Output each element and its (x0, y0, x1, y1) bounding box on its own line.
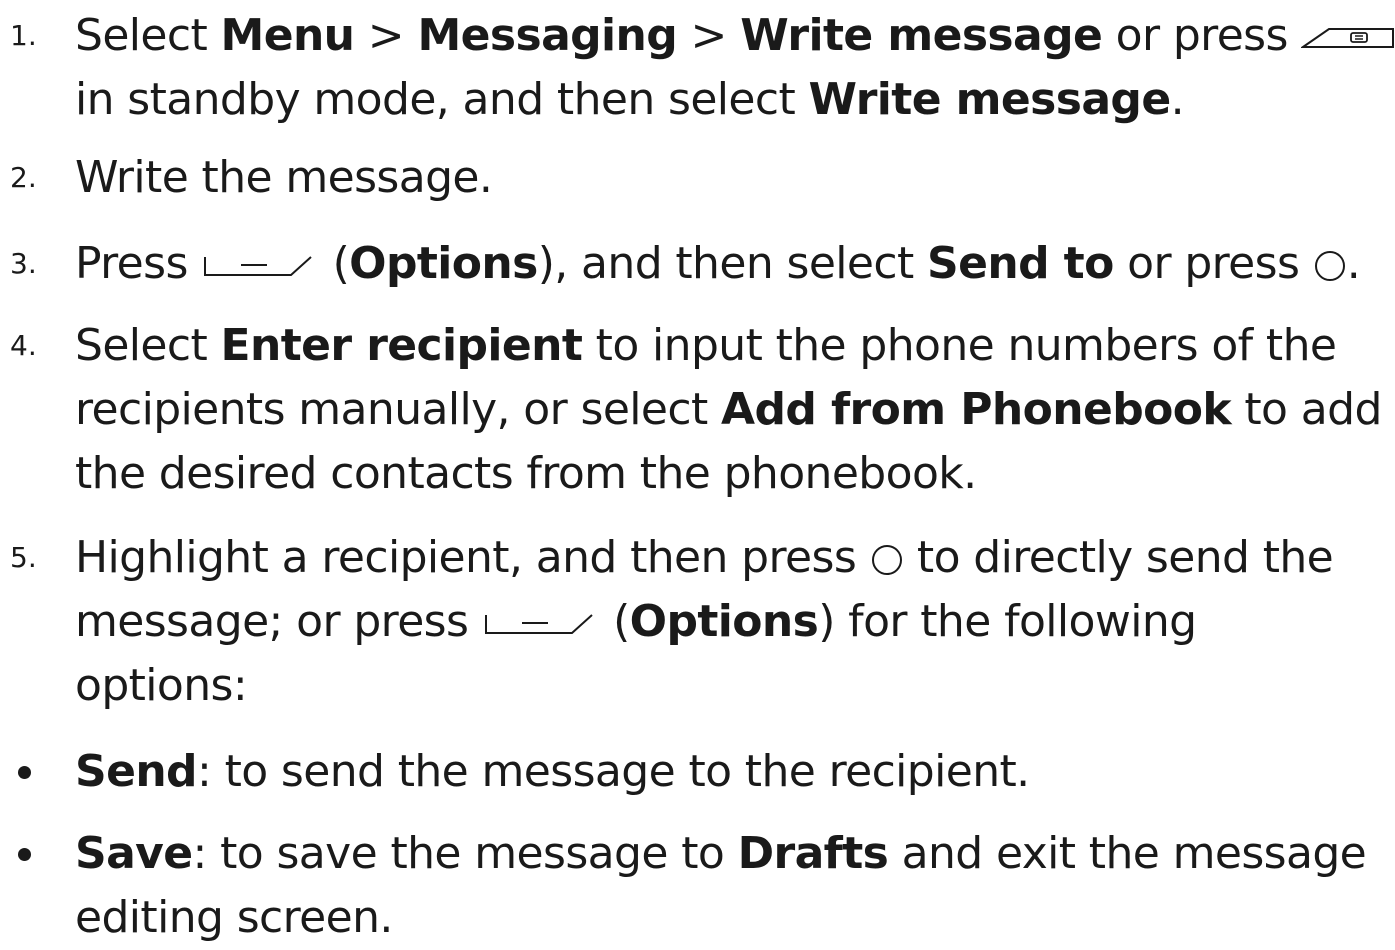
text-run: : to save the message to (192, 828, 738, 879)
step-number: 1. (10, 19, 37, 52)
text-run: : to send the message to the recipient. (196, 746, 1030, 797)
text-run: to input the phone numbers of the (582, 320, 1337, 371)
left-soft-key-icon (201, 253, 319, 279)
write-message-term: Write message (740, 10, 1103, 61)
bullet-text: Send: to send the message to the recipie… (75, 740, 1390, 804)
drafts-term: Drafts (737, 828, 889, 879)
menu-term: Menu (220, 10, 355, 61)
text-run: Press (75, 238, 202, 289)
text-run: the desired contacts from the phonebook. (75, 448, 977, 499)
bullet-text: Save: to save the message to Drafts and … (75, 822, 1390, 950)
text-run: or press (1102, 10, 1302, 61)
messaging-term: Messaging (417, 10, 678, 61)
text-run: to directly send the (903, 532, 1334, 583)
text-run: recipients manually, or select (75, 384, 722, 435)
send-to-term: Send to (927, 238, 1114, 289)
text-run: > (677, 10, 741, 61)
text-run: ) for the following (818, 596, 1197, 647)
text-run: Write the message. (75, 152, 493, 203)
text-run: Select (75, 10, 221, 61)
step-number: 5. (10, 541, 37, 574)
text-run: or press (1113, 238, 1313, 289)
bullet-dot (18, 766, 31, 779)
step-text: Highlight a recipient, and then press to… (75, 526, 1390, 718)
text-run: . (1346, 238, 1361, 289)
text-run: Highlight a recipient, and then press (75, 532, 870, 583)
instruction-page: 1. Select Menu > Messaging > Write messa… (0, 0, 1395, 943)
step-number: 4. (10, 329, 37, 362)
enter-recipient-term: Enter recipient (220, 320, 583, 371)
step-text: Press (Options), and then select Send to… (75, 232, 1390, 296)
write-message-term: Write message (808, 74, 1172, 125)
bullet-dot (18, 848, 31, 861)
step-number: 3. (10, 247, 37, 280)
text-run: ), and then select (537, 238, 928, 289)
text-run: to add (1231, 384, 1382, 435)
options-term: Options (629, 596, 819, 647)
text-run: ( (319, 238, 350, 289)
add-from-phonebook-term: Add from Phonebook (721, 384, 1232, 435)
send-term: Send (75, 746, 198, 797)
text-run: > (354, 10, 418, 61)
text-run: editing screen. (75, 892, 393, 943)
text-run: message; or press (75, 596, 482, 647)
confirm-key-icon (870, 543, 904, 577)
options-term: Options (349, 238, 538, 289)
text-run: in standby mode, and then select (75, 74, 809, 125)
step-text: Select Menu > Messaging > Write message … (75, 4, 1395, 132)
text-run: ( (599, 596, 630, 647)
step-text: Write the message. (75, 146, 1390, 210)
confirm-key-icon (1313, 249, 1347, 283)
left-soft-key-icon (482, 611, 600, 637)
text-run: options: (75, 660, 248, 711)
save-term: Save (75, 828, 193, 879)
step-text: Select Enter recipient to input the phon… (75, 314, 1390, 506)
step-number: 2. (10, 161, 37, 194)
text-run: Select (75, 320, 221, 371)
message-key-icon (1301, 25, 1395, 51)
text-run: . (1170, 74, 1185, 125)
text-run: and exit the message (888, 828, 1367, 879)
